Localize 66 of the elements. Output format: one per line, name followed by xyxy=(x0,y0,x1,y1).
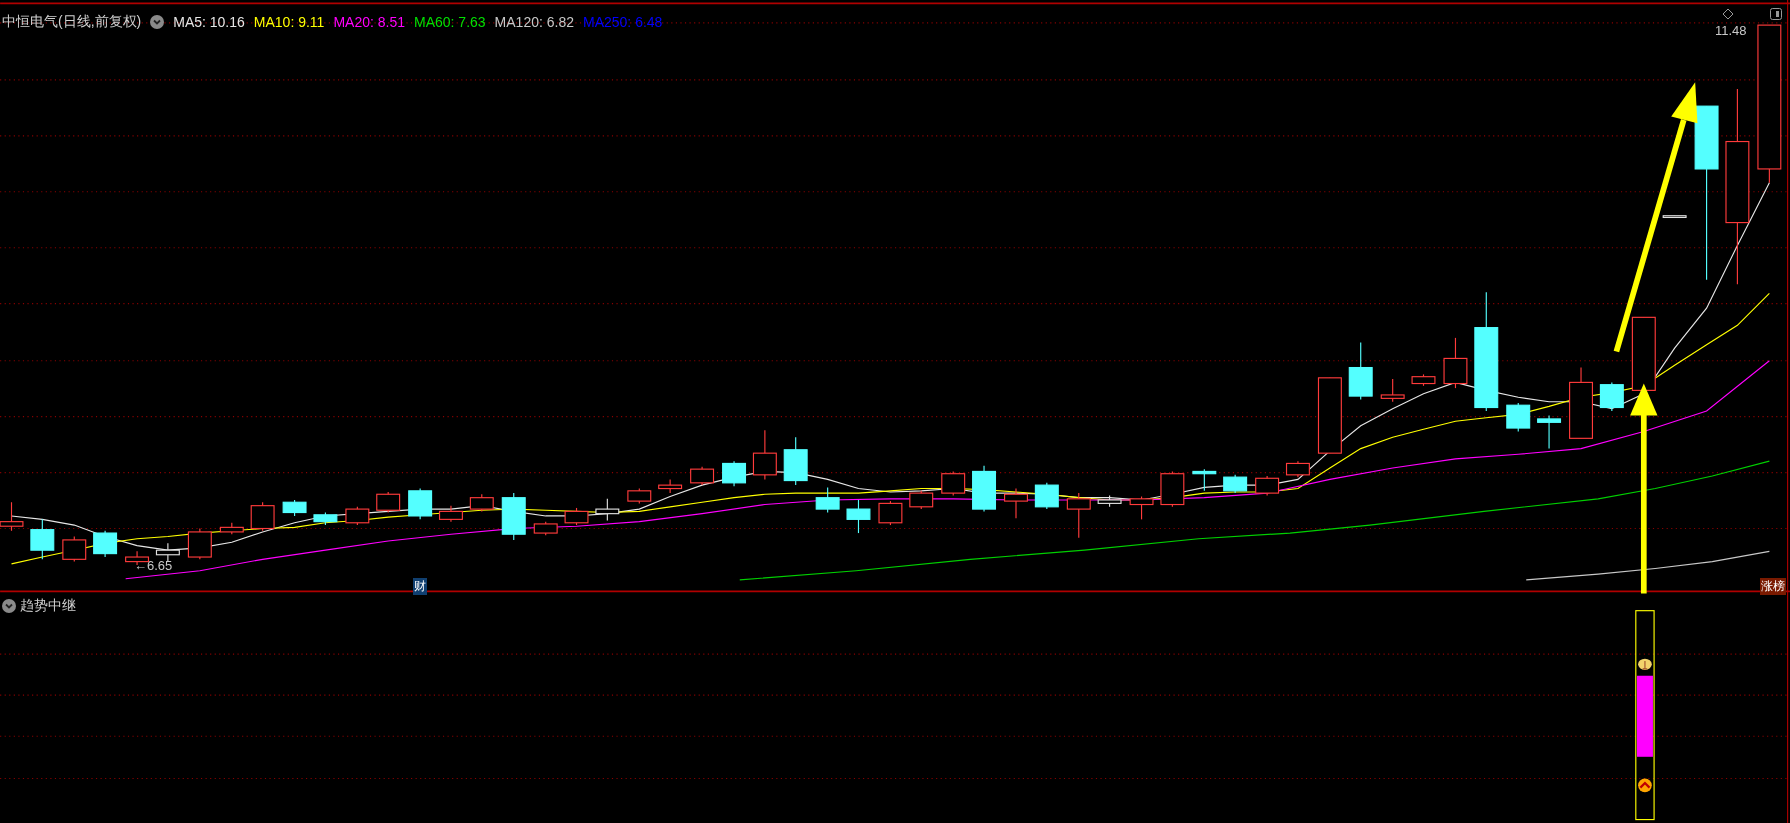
candlestick xyxy=(1599,381,1624,412)
candlestick xyxy=(533,521,558,536)
candlestick xyxy=(627,488,652,504)
candlestick xyxy=(62,535,87,563)
candlestick xyxy=(846,499,871,534)
moving-average-label: MA120: 6.82 xyxy=(494,14,574,30)
candlestick xyxy=(1192,468,1217,492)
moving-average-label: MA5: 10.16 xyxy=(173,14,245,30)
diamond-icon[interactable] xyxy=(1722,8,1734,20)
candlestick xyxy=(501,492,526,541)
candlestick xyxy=(564,507,589,526)
candlestick xyxy=(909,490,934,510)
candlestick xyxy=(1443,337,1468,389)
candlestick xyxy=(1506,402,1531,433)
candlestick xyxy=(972,465,997,512)
candlestick xyxy=(1223,474,1248,494)
candlestick xyxy=(1255,475,1280,496)
moving-average-label: MA60: 7.63 xyxy=(414,14,486,30)
indicator-title: 趋势中继 xyxy=(20,597,76,615)
candlestick xyxy=(155,542,180,563)
candlestick xyxy=(1097,494,1122,508)
chart-title: 中恒电气(日线,前复权) xyxy=(2,13,142,31)
candlestick xyxy=(1066,492,1091,539)
candlestick xyxy=(1129,495,1154,520)
candlestick xyxy=(313,511,338,526)
candlestick xyxy=(783,436,808,486)
candlestick xyxy=(1348,341,1373,401)
candlestick xyxy=(1380,378,1405,403)
candlestick xyxy=(815,486,840,514)
candlestick xyxy=(469,493,494,512)
candlestick xyxy=(345,506,370,526)
candlestick xyxy=(941,470,966,496)
badge-label: 财 xyxy=(413,578,427,595)
candlestick xyxy=(690,466,715,486)
moving-average-label: MA20: 8.51 xyxy=(333,14,405,30)
moving-average-label: MA250: 6.48 xyxy=(583,14,663,30)
low-price-label: ←6.65 xyxy=(134,558,173,573)
candlestick xyxy=(30,518,55,560)
dropdown-icon[interactable] xyxy=(2,599,16,613)
candlestick xyxy=(439,505,463,523)
up-chevron-icon xyxy=(1638,778,1652,793)
candlestick xyxy=(376,491,401,514)
candlestick xyxy=(1160,470,1185,508)
candlestick xyxy=(1411,373,1436,387)
candlestick xyxy=(1004,488,1028,519)
moving-average-label: MA10: 9.11 xyxy=(253,14,325,30)
candlestick xyxy=(1537,414,1562,450)
panel-toggle-icon[interactable] xyxy=(1770,8,1782,20)
candlestick xyxy=(1285,460,1310,478)
badge-label: 涨榜 xyxy=(1760,578,1786,595)
dropdown-icon[interactable] xyxy=(150,15,165,29)
candlestick xyxy=(1569,367,1593,439)
candlestick xyxy=(752,429,777,480)
candlestick xyxy=(219,522,244,535)
candlestick xyxy=(93,530,118,558)
candlestick xyxy=(722,460,747,487)
high-price-label: 11.48 xyxy=(1715,23,1747,38)
candlestick xyxy=(1662,215,1687,218)
candlestick xyxy=(658,478,683,494)
candlestick xyxy=(1034,482,1059,510)
candlestick xyxy=(282,499,307,517)
candlestick xyxy=(187,527,212,560)
candlestick xyxy=(408,488,433,520)
candlestick xyxy=(878,500,903,526)
candlestick xyxy=(595,498,620,522)
candlestick xyxy=(250,501,275,532)
